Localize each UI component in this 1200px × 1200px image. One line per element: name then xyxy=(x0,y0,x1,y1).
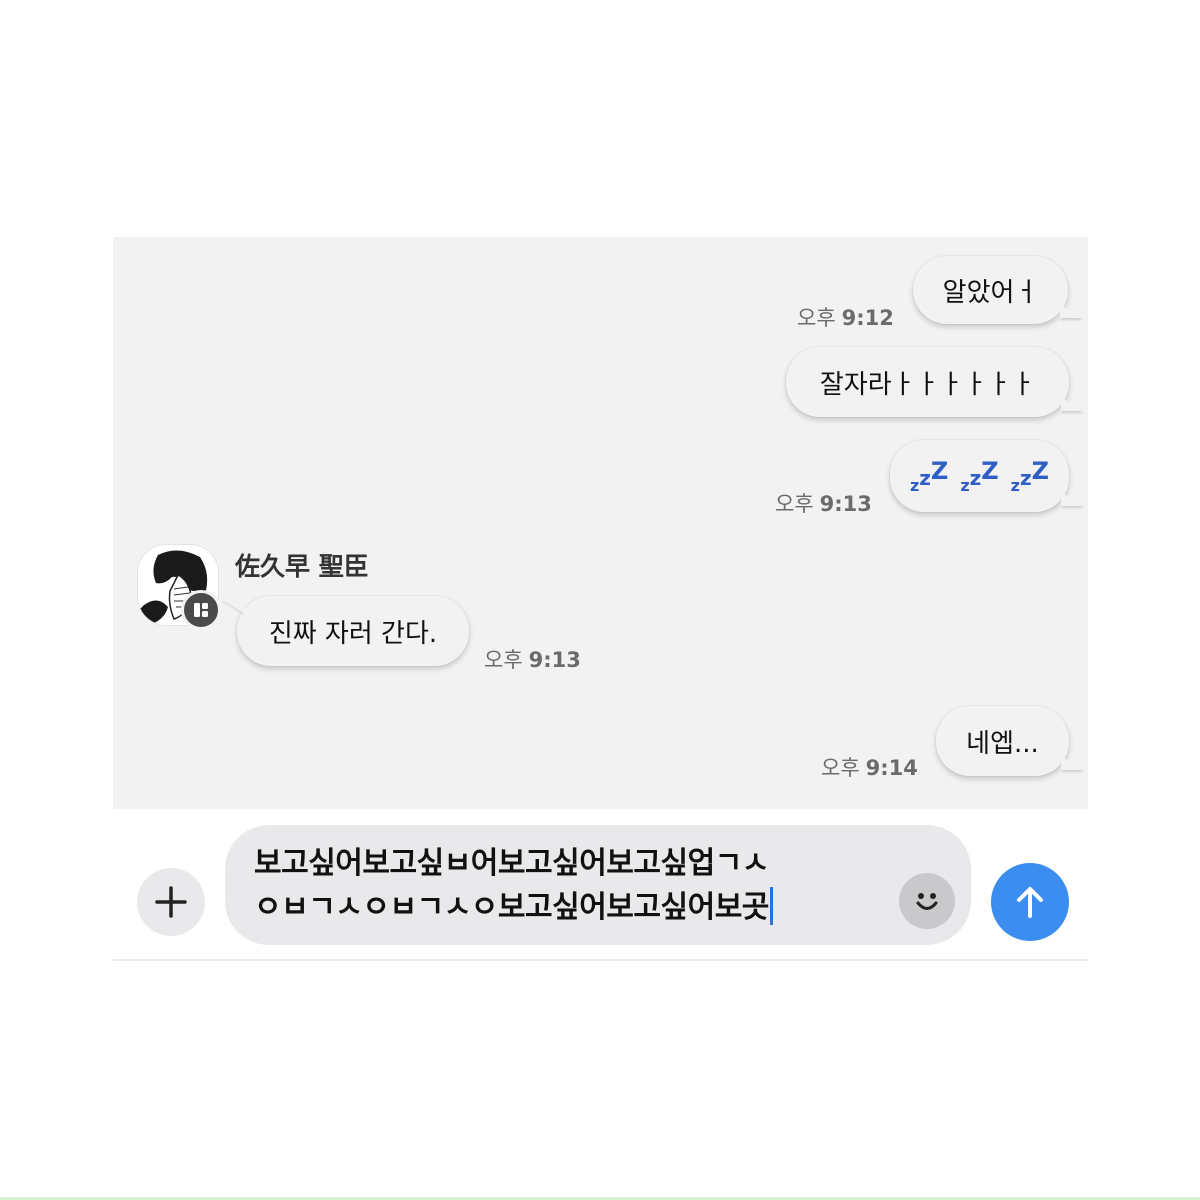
message-text: 진짜 자러 간다. xyxy=(268,618,438,649)
input-line-2: ㅇㅂㄱㅅㅇㅂㄱㅅㅇ보고싶어보고싶어보곳 xyxy=(254,886,894,930)
sender-name: 佐久早 聖臣 xyxy=(235,552,369,581)
message-timestamp: 오후 9:12 xyxy=(797,306,894,330)
message-timestamp: 오후 9:14 xyxy=(821,756,918,780)
divider xyxy=(113,959,1088,961)
input-line-1: 보고싶어보고싶ㅂ어보고싶어보고싶업ㄱㅅ xyxy=(254,846,769,881)
message-timestamp: 오후 9:13 xyxy=(484,648,581,672)
attach-button[interactable] xyxy=(137,868,205,936)
message-timestamp: 오후 9:13 xyxy=(775,492,872,516)
message-bubble-sent[interactable]: 잘자라ㅏㅏㅏㅏㅏㅏ xyxy=(786,347,1069,417)
message-bubble-sent[interactable]: 네엡... xyxy=(936,706,1069,776)
message-bubble-sent[interactable]: 알았어ㅓ xyxy=(913,256,1068,324)
message-text: 잘자라ㅏㅏㅏㅏㅏㅏ xyxy=(819,369,1036,400)
sleeping-zzz-emoji: zzZzzZzzZ xyxy=(909,457,1050,495)
smiley-icon xyxy=(916,893,938,910)
message-bubble-sent[interactable]: zzZzzZzzZ xyxy=(890,440,1069,512)
message-text: 네엡... xyxy=(966,728,1039,759)
arrow-up-icon xyxy=(1017,887,1043,918)
message-text: 알았어ㅓ xyxy=(942,277,1039,308)
plus-icon xyxy=(155,886,187,918)
text-caret xyxy=(769,887,773,925)
emoji-button[interactable] xyxy=(899,873,955,929)
message-bubble-received[interactable]: 진짜 자러 간다. xyxy=(237,596,469,666)
send-button[interactable] xyxy=(991,863,1069,941)
message-input-text[interactable]: 보고싶어보고싶ㅂ어보고싶어보고싶업ㄱㅅ ㅇㅂㄱㅅㅇㅂㄱㅅㅇ보고싶어보고싶어보곳 xyxy=(254,842,894,930)
app-badge-icon xyxy=(181,590,221,630)
